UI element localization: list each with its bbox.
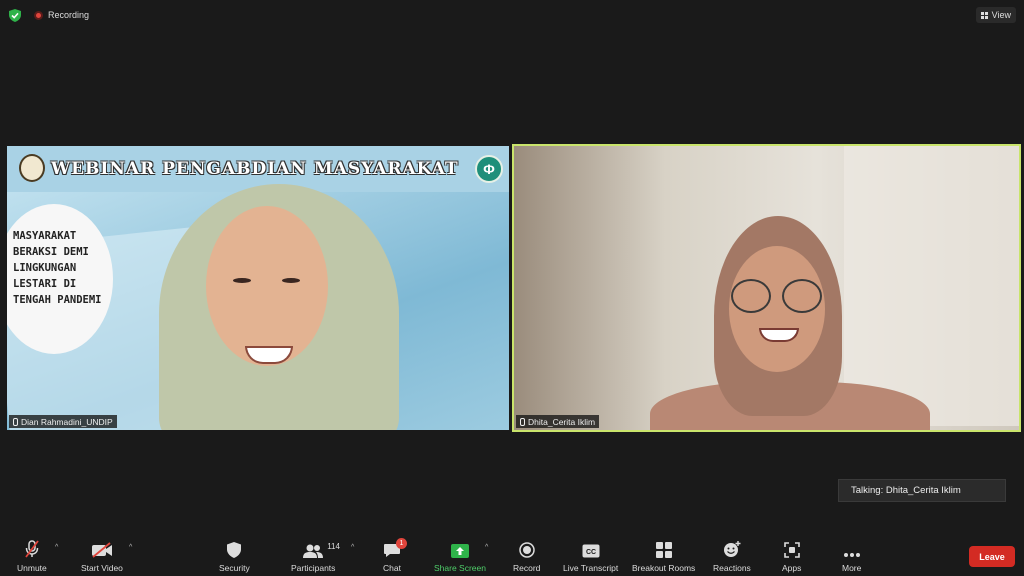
record-icon	[518, 542, 535, 558]
share-screen-button[interactable]: Share Screen	[434, 540, 486, 573]
slide-banner-title: WEBINAR PENGABDIAN MASYARAKAT	[51, 159, 459, 179]
organization-logo-icon: Φ	[475, 155, 503, 183]
security-label: Security	[219, 563, 250, 573]
share-screen-label: Share Screen	[434, 563, 486, 573]
unmute-button[interactable]: Unmute	[17, 540, 47, 573]
start-video-button[interactable]: Start Video	[81, 540, 123, 573]
chat-button[interactable]: 1 Chat	[383, 538, 407, 573]
live-transcript-label: Live Transcript	[563, 563, 619, 573]
reactions-button[interactable]: Reactions	[713, 540, 751, 573]
participant-name-tag: Dhita_Cerita Iklim	[516, 415, 600, 428]
muted-mic-icon	[520, 417, 525, 426]
share-options-chevron-icon[interactable]: ^	[485, 544, 488, 551]
talking-indicator: Talking: Dhita_Cerita Iklim	[838, 479, 1006, 502]
more-dots-icon	[843, 553, 860, 557]
muted-microphone-icon	[25, 540, 39, 558]
apps-icon	[783, 542, 800, 558]
unmute-label: Unmute	[17, 563, 47, 573]
apps-button[interactable]: Apps	[782, 540, 801, 573]
more-button[interactable]: More	[842, 540, 861, 573]
top-bar: Recording View	[0, 0, 1024, 30]
reactions-smiley-icon	[723, 541, 741, 557]
participants-options-chevron-icon[interactable]: ^	[351, 544, 354, 551]
video-off-icon	[91, 542, 112, 558]
security-shield-icon	[227, 542, 242, 558]
participant-name-tag: Dian Rahmadini_UNDIP	[9, 415, 117, 428]
participant-name: Dian Rahmadini_UNDIP	[21, 416, 113, 427]
start-video-label: Start Video	[81, 563, 123, 573]
video-tile-dian[interactable]: WEBINAR PENGABDIAN MASYARAKAT Φ MASYARAK…	[7, 146, 509, 430]
chat-label: Chat	[383, 563, 401, 573]
leave-button[interactable]: Leave	[969, 546, 1015, 567]
meeting-toolbar: Unmute ^ Start Video ^ Security 114 Part…	[0, 534, 1024, 576]
audio-options-chevron-icon[interactable]: ^	[55, 544, 58, 551]
participants-label: Participants	[291, 563, 336, 573]
grid-view-icon	[980, 11, 988, 19]
recording-label: Recording	[48, 10, 90, 20]
participant-name: Dhita_Cerita Iklim	[528, 416, 596, 427]
glasses-icon	[731, 279, 771, 313]
video-options-chevron-icon[interactable]: ^	[129, 544, 132, 551]
record-label: Record	[513, 563, 541, 573]
recording-icon	[34, 10, 43, 20]
participants-icon	[303, 544, 324, 558]
recording-indicator[interactable]: Recording	[34, 10, 89, 20]
breakout-rooms-label: Breakout Rooms	[632, 563, 696, 573]
share-screen-icon	[450, 544, 469, 558]
shield-check-icon[interactable]	[9, 9, 21, 22]
reactions-label: Reactions	[713, 563, 751, 573]
participants-button[interactable]: 114 Participants	[291, 540, 340, 573]
chat-unread-badge: 1	[396, 538, 407, 549]
muted-mic-icon	[13, 417, 18, 426]
view-label: View	[991, 10, 1011, 20]
live-transcript-button[interactable]: CC Live Transcript	[563, 540, 618, 573]
participants-count: 114	[327, 542, 340, 551]
security-button[interactable]: Security	[219, 540, 250, 573]
breakout-rooms-icon	[655, 542, 672, 558]
slide-title-text: MASYARAKAT BERAKSI DEMI LINGKUNGAN LESTA…	[13, 230, 102, 306]
view-button[interactable]: View	[975, 7, 1016, 23]
more-label: More	[842, 563, 862, 573]
breakout-rooms-button[interactable]: Breakout Rooms	[632, 540, 695, 573]
apps-label: Apps	[782, 563, 802, 573]
svg-text:CC: CC	[586, 549, 596, 556]
record-button[interactable]: Record	[513, 540, 540, 573]
closed-captions-icon: CC	[582, 544, 600, 558]
university-logo-icon	[19, 154, 45, 182]
video-tile-dhita[interactable]: Dhita_Cerita Iklim	[512, 144, 1021, 432]
